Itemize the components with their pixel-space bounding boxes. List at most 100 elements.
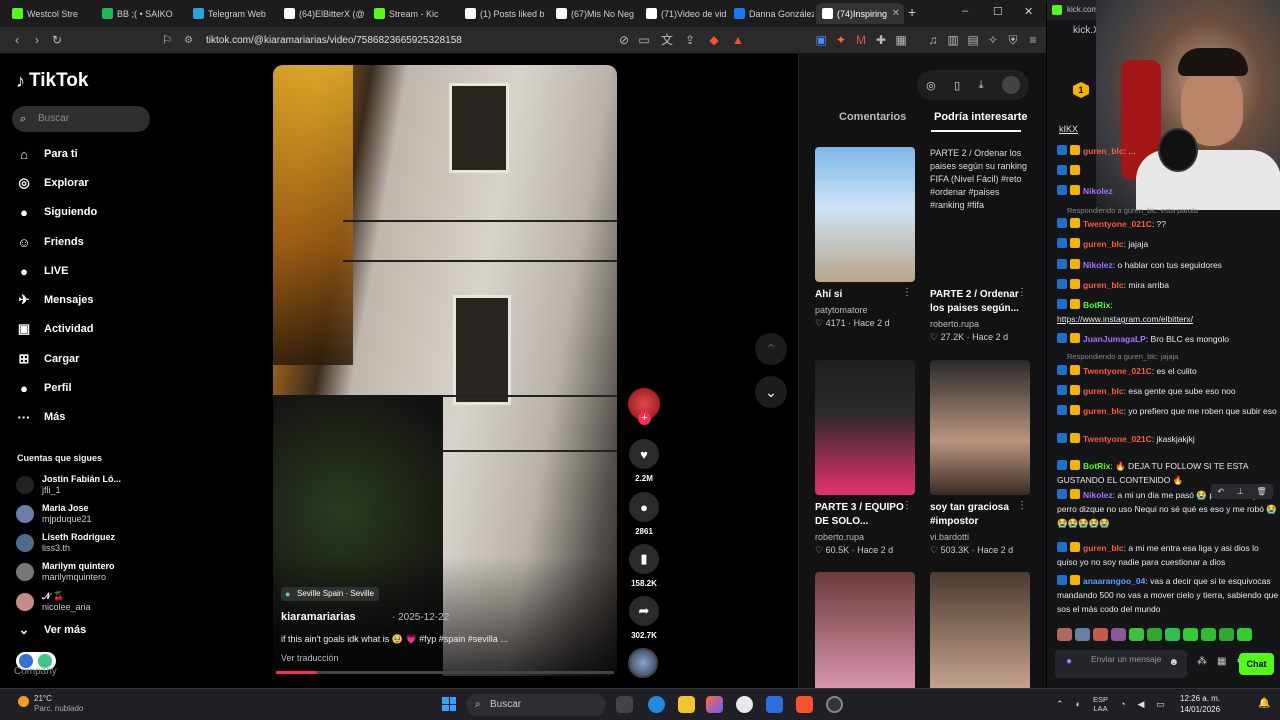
chat-send-button[interactable]: Chat xyxy=(1239,653,1274,675)
pin-icon[interactable]: ⊥ xyxy=(1237,484,1244,499)
share-action[interactable]: ➦ 302.7K xyxy=(628,596,660,640)
chat-message[interactable]: guren_blc: yo prefiero que me roben que … xyxy=(1057,404,1279,418)
next-video-button[interactable]: ⌄ xyxy=(755,376,787,408)
vpn-icon[interactable]: ⛨ xyxy=(1006,33,1020,47)
reload-icon[interactable]: ↻ xyxy=(50,33,64,47)
wifi-icon[interactable]: ◔ xyxy=(1120,699,1125,709)
chevron-up-icon[interactable]: ⌃ xyxy=(1056,699,1064,710)
chat-message[interactable]: anaarangoo_04: vas a decir que si te esq… xyxy=(1057,574,1279,616)
back-icon[interactable]: ‹ xyxy=(10,33,24,47)
rewards-icon[interactable]: ▲ xyxy=(731,33,745,47)
store-icon[interactable]: ▦ xyxy=(1217,656,1226,667)
mic-icon[interactable]: ● xyxy=(1066,657,1072,667)
delete-icon[interactable]: 🗑 xyxy=(1256,484,1266,499)
emote-icon[interactable] xyxy=(1219,628,1234,641)
menu-icon[interactable]: ≡ xyxy=(1026,33,1040,47)
follow-plus-icon[interactable]: + xyxy=(638,412,651,425)
more-options-icon[interactable]: ⋮ xyxy=(902,500,912,511)
browser-tab[interactable]: Telegram Web xyxy=(187,3,275,24)
followed-account[interactable]: Jostin Fabián Ló... jfli_1 xyxy=(16,472,121,498)
tiktok-logo[interactable]: ♪ TikTok xyxy=(16,70,88,92)
suggested-video-card[interactable] xyxy=(930,572,1031,707)
close-window-button[interactable]: ✕ xyxy=(1024,5,1033,18)
more-options-icon[interactable]: ⋮ xyxy=(1017,500,1027,511)
kick-username[interactable]: kIKX xyxy=(1059,124,1078,134)
windows-start-icon[interactable] xyxy=(442,697,456,711)
translate-link[interactable]: Ver traducción xyxy=(281,653,339,663)
translate-icon[interactable]: 文 xyxy=(660,33,674,47)
chat-message[interactable]: Nikolez: o hablar con tus seguidores xyxy=(1057,258,1279,272)
nav-item-friends[interactable]: ☺ Friends xyxy=(16,231,83,253)
comment-icon[interactable]: ● xyxy=(629,492,659,522)
wallet-icon[interactable]: ▤ xyxy=(966,33,980,47)
chat-username[interactable]: Twentyone_021C xyxy=(1083,219,1152,229)
suggested-video-card[interactable]: Ahí si ⋮ patytomatore ♡ 4171 · Hace 2 d xyxy=(815,147,916,329)
browser-tab[interactable]: Danna González xyxy=(728,3,814,24)
chat-username[interactable]: guren_blc xyxy=(1083,280,1124,290)
extension-fox-icon[interactable]: ✦ xyxy=(834,33,848,47)
chat-username[interactable]: anaarangoo_04 xyxy=(1083,576,1145,586)
chat-message[interactable]: Twentyone_021C: es el culito xyxy=(1057,364,1279,378)
music-disc[interactable] xyxy=(628,648,658,678)
phone-icon[interactable]: ▯ xyxy=(954,79,960,92)
browser-tab[interactable]: BB ;( • SAIKO xyxy=(96,3,184,24)
suggested-video-card[interactable]: PARTE 2 / Ordenar los paises según su ra… xyxy=(930,147,1031,343)
emote-icon[interactable] xyxy=(1057,628,1072,641)
chat-message[interactable] xyxy=(1057,164,1279,178)
emote-icon[interactable] xyxy=(1237,628,1252,641)
suggested-video-card[interactable] xyxy=(815,572,916,707)
brave-shield-icon[interactable]: ◆ xyxy=(707,33,721,47)
chat-message[interactable]: guren_blc: mira arriba xyxy=(1057,278,1279,292)
file-explorer-icon[interactable] xyxy=(678,696,695,713)
emoji-icon[interactable]: ☻ xyxy=(1168,658,1179,668)
chat-username[interactable]: guren_blc xyxy=(1083,386,1124,396)
language-indicator[interactable]: ESP LAA xyxy=(1093,695,1108,713)
clock[interactable]: 12:26 a. m. 14/01/2026 xyxy=(1180,693,1220,715)
sidebar-icon[interactable]: ▥ xyxy=(946,33,960,47)
minimize-button[interactable]: – xyxy=(962,5,968,17)
copilot-icon[interactable] xyxy=(706,696,723,713)
share-icon[interactable]: ⇪ xyxy=(683,33,697,47)
emote-icon[interactable] xyxy=(1111,628,1126,641)
video-thumbnail[interactable] xyxy=(815,147,915,282)
chat-username[interactable]: guren_blc xyxy=(1083,543,1124,553)
emote-icon[interactable] xyxy=(1183,628,1198,641)
nav-item-mensajes[interactable]: ✈ Mensajes xyxy=(16,289,94,311)
chrome-icon[interactable] xyxy=(736,696,753,713)
forward-icon[interactable]: › xyxy=(30,33,44,47)
nav-item-actividad[interactable]: ▣ Actividad xyxy=(16,318,94,340)
chat-username[interactable]: Nikolez xyxy=(1083,260,1113,270)
chat-message[interactable]: guren_blc: a mi me entra esa liga y asi … xyxy=(1057,541,1279,569)
chat-message[interactable]: BotRix: 🔥 DEJA TU FOLLOW SI TE ESTA GUST… xyxy=(1057,459,1279,487)
followed-account[interactable]: Maria Jose mjpduque21 xyxy=(16,501,92,527)
prev-video-button[interactable]: ⌃ xyxy=(755,333,787,365)
tab-suggested[interactable]: Podría interesarte xyxy=(934,111,1028,123)
followed-account[interactable]: Liseth Rodriguez liss3.th xyxy=(16,530,115,556)
chat-message[interactable]: JuanJumagaLP: Bro BLC es mongolo xyxy=(1057,332,1279,346)
reply-icon[interactable]: ↶ xyxy=(1217,484,1224,499)
site-info-icon[interactable]: ⚙ xyxy=(184,31,193,50)
chat-username[interactable]: guren_blc xyxy=(1083,239,1124,249)
nav-item-para-ti[interactable]: ⌂ Para ti xyxy=(16,143,78,165)
browser-tab[interactable]: (1) Posts liked b xyxy=(459,3,547,24)
chat-message[interactable]: guren_blc: ... xyxy=(1057,144,1279,158)
chat-username[interactable]: JuanJumagaLP xyxy=(1083,334,1146,344)
more-options-icon[interactable]: ⋮ xyxy=(902,287,912,298)
emote-icon[interactable] xyxy=(1147,628,1162,641)
task-view-icon[interactable] xyxy=(616,696,633,713)
emote-icon[interactable] xyxy=(1075,628,1090,641)
new-tab-button[interactable]: + xyxy=(908,4,916,20)
search-input[interactable]: ⌕ Buscar xyxy=(12,106,150,132)
nav-item-más[interactable]: ··· Más xyxy=(16,406,66,428)
compass-icon[interactable]: ◎ xyxy=(926,79,936,92)
download-icon[interactable]: ⤓ xyxy=(979,79,984,92)
nav-item-live[interactable]: ● LIVE xyxy=(16,260,68,282)
reader-icon[interactable]: ⊘ xyxy=(617,33,631,47)
brave-icon[interactable] xyxy=(796,696,813,713)
chat-message[interactable]: guren_blc: esa gente que sube eso noo xyxy=(1057,384,1279,398)
more-options-icon[interactable]: ⋮ xyxy=(1017,287,1027,298)
extensions-icon[interactable]: ✚ xyxy=(874,33,888,47)
cast-icon[interactable]: ▭ xyxy=(637,33,651,47)
comment-action[interactable]: ● 2861 xyxy=(628,492,660,536)
video-thumbnail[interactable] xyxy=(930,572,1030,707)
